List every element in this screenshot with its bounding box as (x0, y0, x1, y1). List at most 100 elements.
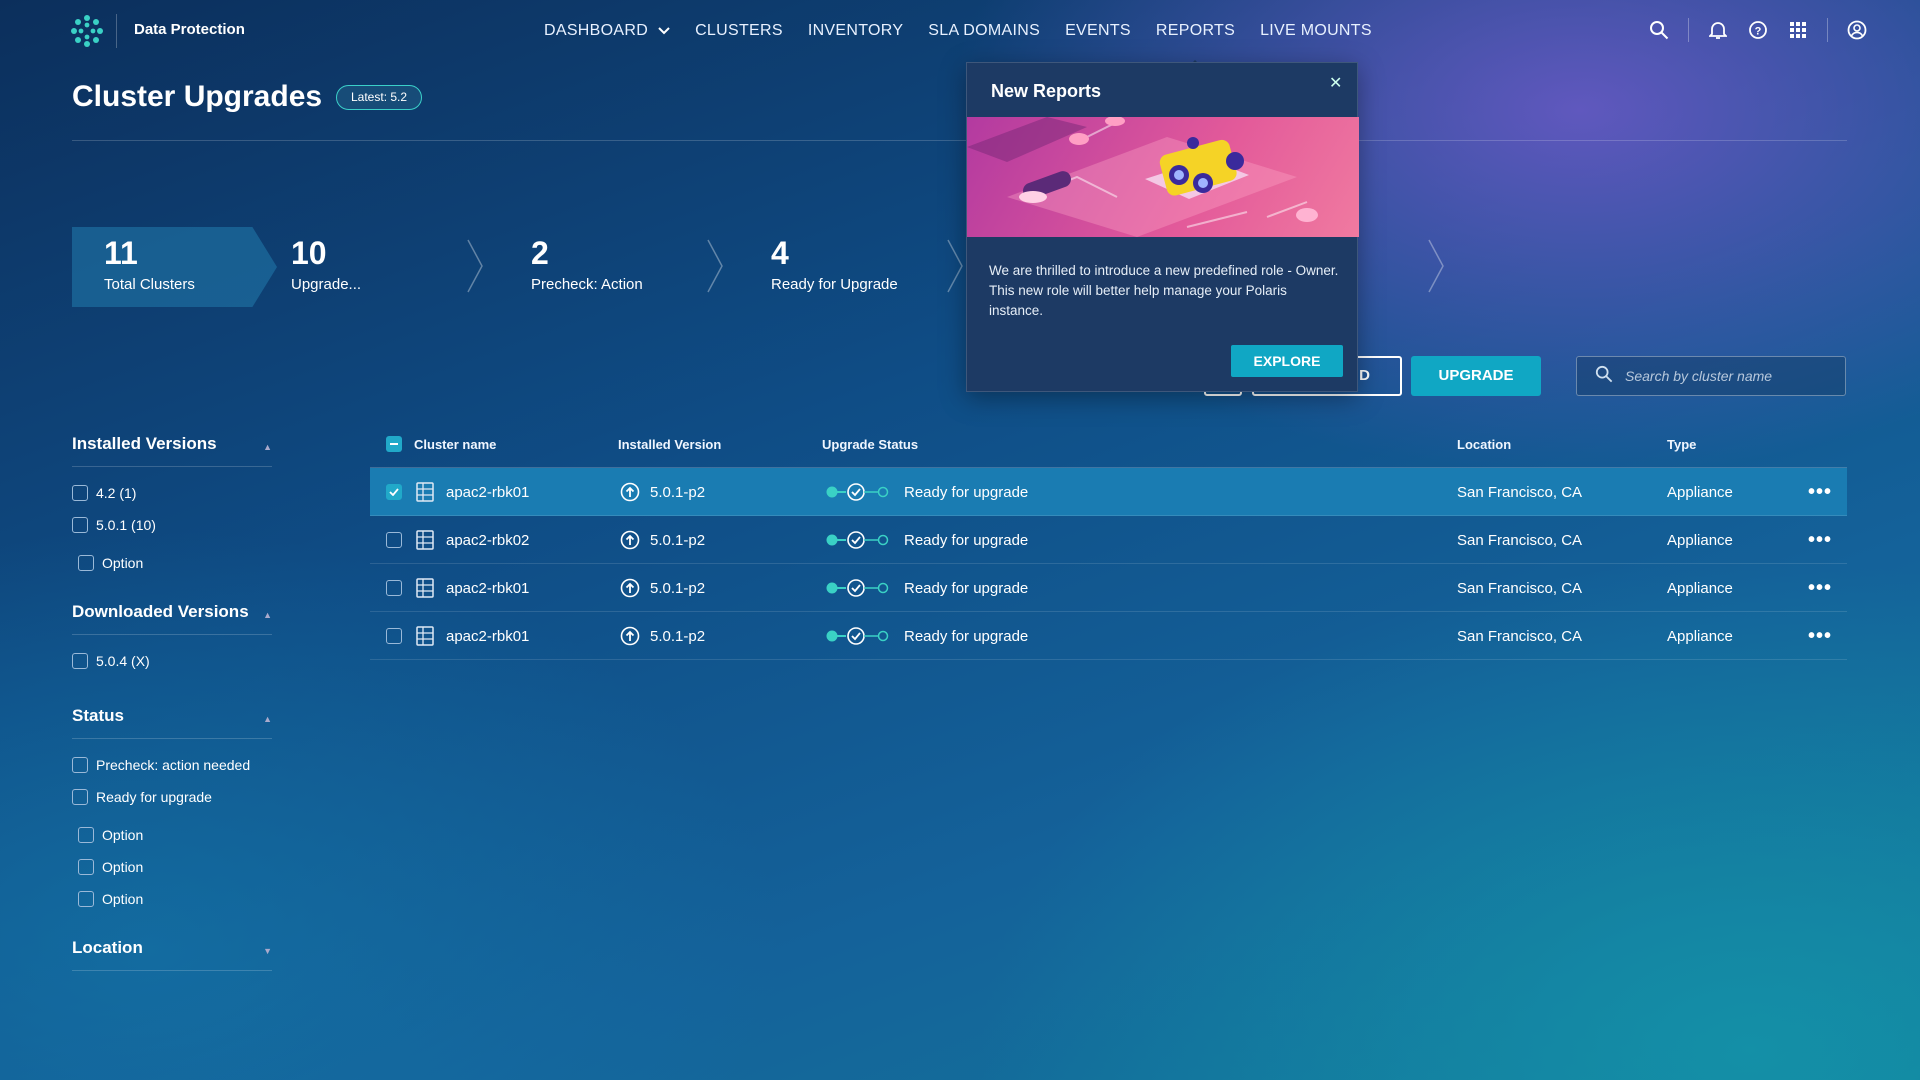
filter-location-header[interactable]: Location ▼ (72, 938, 272, 958)
column-header-location[interactable]: Location (1457, 437, 1511, 452)
table-row[interactable]: apac2-rbk02 5.0.1-p2 Ready for upgrade S… (370, 516, 1847, 564)
checkbox[interactable] (72, 517, 88, 533)
stat-number: 4 (771, 235, 789, 271)
more-options-icon[interactable]: ••• (1808, 516, 1832, 564)
svg-text:?: ? (1755, 26, 1762, 38)
filter-option[interactable]: Option (78, 827, 143, 843)
stat-label: Upgrade... (291, 276, 362, 293)
nav-live-mounts[interactable]: LIVE MOUNTS (1260, 22, 1372, 40)
top-icons: ? (1630, 18, 1868, 42)
column-header-installed-version[interactable]: Installed Version (618, 437, 721, 452)
more-options-icon[interactable]: ••• (1808, 468, 1832, 516)
nav-events[interactable]: EVENTS (1065, 22, 1131, 40)
indeterminate-mark (390, 443, 398, 445)
search-icon[interactable] (1648, 19, 1670, 41)
filter-option-label: 5.0.1 (10) (96, 517, 156, 533)
checkbox[interactable] (78, 891, 94, 907)
cluster-name[interactable]: apac2-rbk01 (446, 564, 529, 612)
close-icon[interactable]: ✕ (1329, 73, 1342, 93)
column-header-type[interactable]: Type (1667, 437, 1696, 452)
apps-grid-icon[interactable] (1787, 19, 1809, 41)
chevron-down-icon: ▼ (263, 946, 272, 956)
upgrade-progress-icon (825, 564, 895, 612)
stat-label: Ready for Upgrade (771, 276, 898, 293)
checkbox[interactable] (72, 789, 88, 805)
filter-option[interactable]: Precheck: action needed (72, 757, 250, 773)
icon-divider (1688, 18, 1689, 42)
brand-divider (116, 14, 117, 48)
popover-body: We are thrilled to introduce a new prede… (989, 263, 1339, 318)
filter-option[interactable]: Option (78, 891, 143, 907)
table-row[interactable]: apac2-rbk01 5.0.1-p2 Ready for upgrade S… (370, 612, 1847, 660)
table-row[interactable]: apac2-rbk01 5.0.1-p2 Ready for upgrade S… (370, 564, 1847, 612)
nav-inventory[interactable]: INVENTORY (808, 22, 903, 40)
installed-version: 5.0.1-p2 (650, 627, 706, 645)
bell-icon[interactable] (1707, 19, 1729, 41)
filter-option[interactable]: 4.2 (1) (72, 485, 136, 501)
filter-option-label: Option (102, 555, 144, 571)
filter-option[interactable]: Option (78, 859, 143, 875)
nav-clusters[interactable]: CLUSTERS (695, 22, 783, 40)
filter-option[interactable]: 5.0.1 (10) (72, 517, 156, 533)
type: Appliance (1667, 531, 1733, 549)
checkbox[interactable] (72, 485, 88, 501)
checkbox[interactable] (78, 827, 94, 843)
search-input[interactable] (1625, 368, 1825, 384)
filter-installed-versions-header[interactable]: Installed Versions ▲ (72, 434, 272, 454)
filter-option-label: Option (102, 891, 144, 907)
upgrade-status: Ready for upgrade (904, 627, 1029, 645)
stat-upgrade[interactable]: 10 Upgrade... (291, 235, 361, 293)
chevron-right-icon (1427, 238, 1445, 299)
new-reports-popover: New Reports ✕ We are thrilled to introdu… (966, 62, 1359, 392)
search-icon (1595, 365, 1613, 388)
latest-version-badge: Latest: 5.2 (336, 85, 423, 110)
filter-status-header[interactable]: Status ▲ (72, 706, 272, 726)
explore-button[interactable]: EXPLORE (1231, 345, 1343, 377)
cluster-name[interactable]: apac2-rbk01 (446, 612, 529, 660)
row-checkbox[interactable] (386, 532, 402, 548)
chevron-up-icon: ▲ (263, 714, 272, 724)
filter-option[interactable]: Ready for upgrade (72, 789, 212, 805)
cluster-icon (416, 516, 434, 564)
stat-ready-for-upgrade[interactable]: 4 Ready for Upgrade (771, 235, 898, 293)
row-checkbox-cell (386, 564, 402, 612)
select-all-checkbox[interactable] (386, 436, 402, 452)
row-checkbox[interactable] (386, 484, 402, 500)
filter-divider (72, 738, 272, 739)
cluster-name[interactable]: apac2-rbk02 (446, 516, 529, 564)
cluster-name[interactable]: apac2-rbk01 (446, 468, 529, 516)
checkbox[interactable] (72, 757, 88, 773)
upgrade-button[interactable]: UPGRADE (1411, 356, 1541, 396)
table-row[interactable]: apac2-rbk01 5.0.1-p2 Ready for upgrade S… (370, 468, 1847, 516)
type: Appliance (1667, 579, 1733, 597)
row-checkbox[interactable] (386, 580, 402, 596)
installed-version: 5.0.1-p2 (650, 483, 706, 501)
filter-option[interactable]: 5.0.4 (X) (72, 653, 150, 669)
row-checkbox[interactable] (386, 628, 402, 644)
brand-logo-icon[interactable] (70, 14, 104, 48)
user-avatar-icon[interactable] (1846, 19, 1868, 41)
more-options-icon[interactable]: ••• (1808, 564, 1832, 612)
chevron-right-icon (706, 238, 724, 299)
filter-option[interactable]: Option (78, 555, 143, 571)
help-icon[interactable]: ? (1747, 19, 1769, 41)
stat-precheck-action[interactable]: 2 Precheck: Action (531, 235, 643, 293)
nav-reports[interactable]: REPORTS (1156, 22, 1235, 68)
column-header-upgrade-status[interactable]: Upgrade Status (822, 437, 918, 452)
upgrade-available-icon (620, 564, 640, 612)
checkbox[interactable] (78, 555, 94, 571)
stat-total-clusters[interactable]: 11 Total Clusters (104, 235, 195, 293)
upgrade-status: Ready for upgrade (904, 483, 1029, 501)
filter-downloaded-versions-header[interactable]: Downloaded Versions ▲ (72, 602, 272, 622)
checkbox[interactable] (78, 859, 94, 875)
location: San Francisco, CA (1457, 531, 1583, 549)
more-options-icon[interactable]: ••• (1808, 612, 1832, 660)
nav-sla-domains[interactable]: SLA DOMAINS (928, 22, 1040, 40)
nav-dashboard[interactable]: DASHBOARD (544, 22, 670, 40)
stat-number: 11 (104, 235, 138, 271)
stat-label: Precheck: Action (531, 276, 643, 293)
column-header-cluster-name[interactable]: Cluster name (414, 437, 496, 452)
checkbox[interactable] (72, 653, 88, 669)
chevron-down-icon (658, 27, 670, 35)
row-checkbox-cell (386, 468, 402, 516)
